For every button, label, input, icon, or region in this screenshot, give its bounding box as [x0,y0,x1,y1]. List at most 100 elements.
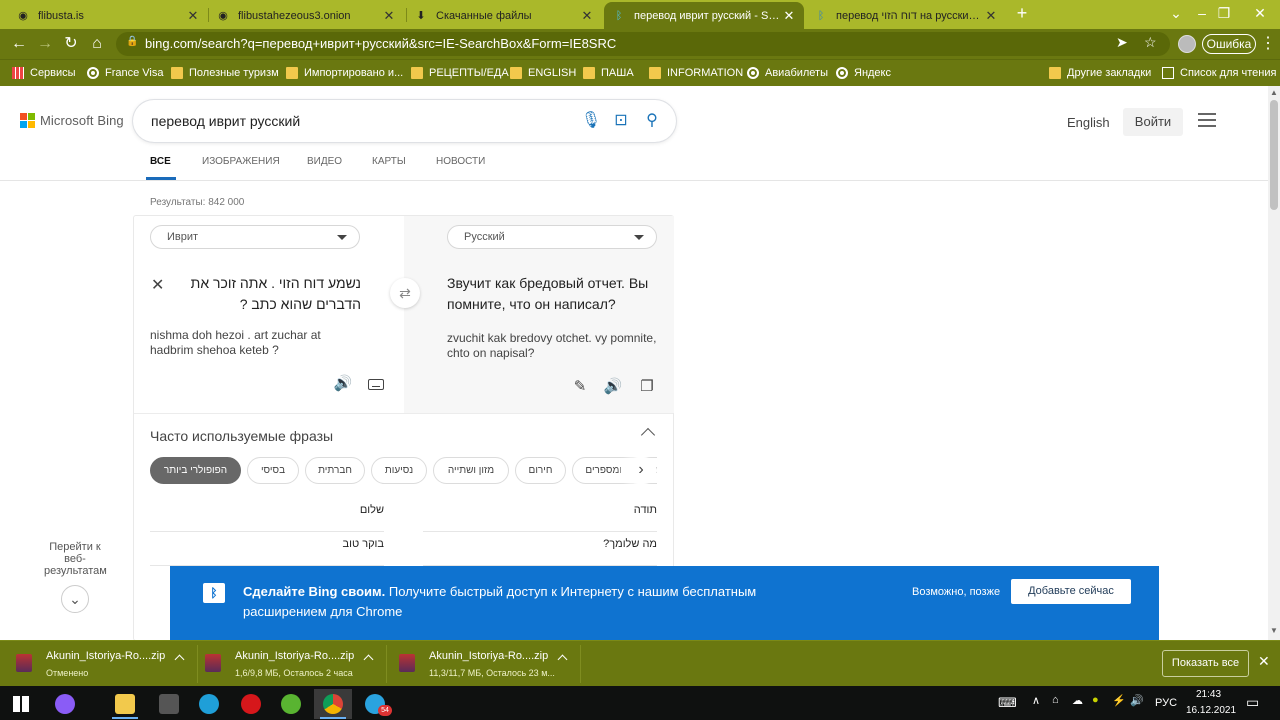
copy-icon[interactable]: ❐ [636,376,658,398]
download-item[interactable]: Akunin_Istoriya-Ro....zip 11,3/11,7 МБ, … [395,645,581,683]
power-icon[interactable]: ⚡ [1112,694,1126,707]
tab-flibusta-onion[interactable]: ◉ flibustahezeous3.onion ✕ [208,2,404,29]
chevron-up-icon[interactable] [363,654,374,665]
bookmark-tourism[interactable]: Полезные туризм [171,65,279,81]
vpn-icon[interactable]: ● [1092,694,1099,706]
microphone-icon[interactable]: 🎙 [580,110,602,132]
restore-button[interactable]: ❐ [1204,0,1244,29]
tab-maps[interactable]: КАРТЫ [372,156,406,167]
speaker-icon[interactable]: 🔊 [332,373,354,395]
opera-icon[interactable] [232,689,270,719]
chevron-up-icon[interactable] [557,654,568,665]
search-icon[interactable]: ⚲ [641,110,663,132]
avatar[interactable] [1178,35,1196,53]
chip-basic[interactable]: בסיסי [247,457,299,484]
close-icon[interactable]: ✕ [984,8,998,24]
close-icon[interactable]: ✕ [580,8,594,24]
chip-popular[interactable]: הפופולרי ביותר [150,457,241,484]
list-item[interactable]: מה שלומך? [423,532,657,566]
keyboard-icon[interactable] [365,373,387,395]
chevron-up-icon[interactable] [640,427,656,443]
keyboard-layout-icon[interactable]: ⌨ [998,695,1017,711]
task-view-icon[interactable] [150,689,188,719]
edge-icon[interactable] [190,689,228,719]
maybe-later-link[interactable]: Возможно, позже [912,586,1000,598]
pencil-icon[interactable]: ✎ [569,376,591,398]
error-button[interactable]: Ошибка [1202,34,1256,54]
chip-emergency[interactable]: חירום [515,457,566,484]
list-item[interactable]: שלום [150,498,384,532]
bookmark-yandex[interactable]: Яндекс [836,65,891,81]
language-link[interactable]: English [1067,115,1110,130]
alice-icon[interactable] [46,689,84,719]
tab-all[interactable]: ВСЕ [150,156,171,167]
home-icon[interactable]: ⌂ [86,33,108,55]
goto-web-results[interactable]: Перейти к веб-результатам ⌄ [44,541,107,613]
kebab-menu-icon[interactable]: ⋮ [1260,33,1276,53]
chevron-up-icon[interactable]: ∧ [1032,694,1040,707]
bookmark-information[interactable]: INFORMATION [649,65,743,81]
utorrent-icon[interactable] [272,689,310,719]
swap-languages-icon[interactable]: ⇄ [390,278,420,308]
visual-search-icon[interactable]: ⊡ [610,110,632,132]
show-all-button[interactable]: Показать все [1162,650,1249,677]
chevron-up-icon[interactable] [174,654,185,665]
tab-bing-search-2[interactable]: ᛒ перевод דוח הזוי на русский - Se ✕ [806,2,1006,29]
bookmark-english[interactable]: ENGLISH [510,65,576,81]
search-box[interactable]: перевод иврит русский 🎙 ⊡ ⚲ [133,100,676,142]
clear-icon[interactable]: ✕ [151,275,164,295]
hamburger-menu-icon[interactable] [1198,113,1216,127]
source-language-select[interactable]: Иврит [150,225,360,249]
list-item[interactable]: בוקר טוב [150,532,384,566]
scroll-up-icon[interactable]: ▲ [1270,88,1278,97]
bookmark-pasha[interactable]: ПАША [583,65,634,81]
source-text-input[interactable]: נשמע דוח הזוי . אתה זוכר את הדברים שהוא … [184,273,361,315]
bookmark-flights[interactable]: Авиабилеты [747,65,828,81]
list-item[interactable]: תודה [423,498,657,532]
telegram-icon[interactable]: 54 [356,689,394,719]
scroll-down-icon[interactable]: ▼ [1270,626,1278,635]
other-bookmarks[interactable]: Другие закладки [1049,65,1151,81]
cloud-icon[interactable]: ☁ [1072,694,1083,707]
search-input[interactable]: перевод иврит русский [151,113,300,129]
chip-food[interactable]: מזון ושתייה [433,457,509,484]
target-language-select[interactable]: Русский [447,225,657,249]
tab-news[interactable]: НОВОСТИ [436,156,485,167]
bookmark-services[interactable]: Сервисы [12,65,76,81]
close-icon[interactable]: ✕ [186,8,200,24]
speaker-icon[interactable]: 🔊 [602,376,624,398]
scrollbar[interactable]: ▲ ▼ [1268,86,1280,640]
download-item[interactable]: Akunin_Istoriya-Ro....zip 1,6/9,8 МБ, Ос… [201,645,387,683]
bookmark-france-visa[interactable]: France Visa [87,65,164,81]
close-icon[interactable]: ✕ [1258,653,1270,670]
tab-images[interactable]: ИЗОБРАЖЕНИЯ [202,156,280,167]
bing-logo[interactable]: Microsoft Bing [20,113,124,128]
chip-social[interactable]: חברתית [305,457,365,484]
tab-video[interactable]: ВИДЕО [307,156,342,167]
tab-flibusta[interactable]: ◉ flibusta.is ✕ [8,2,208,29]
windows-start-icon[interactable] [2,689,40,719]
reading-list[interactable]: Список для чтения [1162,65,1276,81]
chevron-right-icon[interactable]: › [625,457,657,484]
bookmark-recipes[interactable]: РЕЦЕПТЫ/ЕДА [411,65,509,81]
file-explorer-icon[interactable] [106,689,144,719]
send-icon[interactable]: ➤ [1116,34,1128,51]
close-icon[interactable]: ✕ [382,8,396,24]
bookmark-imported[interactable]: Импортировано и... [286,65,403,81]
clock-time[interactable]: 21:43 [1196,689,1221,700]
chip-travel[interactable]: נסיעות [371,457,427,484]
language-indicator[interactable]: РУС [1155,697,1177,709]
notifications-icon[interactable]: ▭ [1246,694,1259,711]
new-tab-button[interactable]: + [1012,3,1032,25]
bookmark-star-icon[interactable]: ☆ [1144,34,1157,51]
volume-icon[interactable]: 🔊 [1130,694,1144,707]
reload-icon[interactable]: ↻ [60,33,82,55]
back-arrow-icon[interactable]: ← [8,33,30,55]
scrollbar-thumb[interactable] [1270,100,1278,210]
forward-arrow-icon[interactable]: → [34,33,56,55]
download-item[interactable]: Akunin_Istoriya-Ro....zip Отменено [12,645,198,683]
tab-downloads[interactable]: ⬇ Скачанные файлы ✕ [406,2,602,29]
chevron-down-icon[interactable]: ⌄ [61,585,89,613]
network-icon[interactable]: ⌂ [1052,694,1059,706]
add-now-button[interactable]: Добавьте сейчас [1011,579,1131,604]
